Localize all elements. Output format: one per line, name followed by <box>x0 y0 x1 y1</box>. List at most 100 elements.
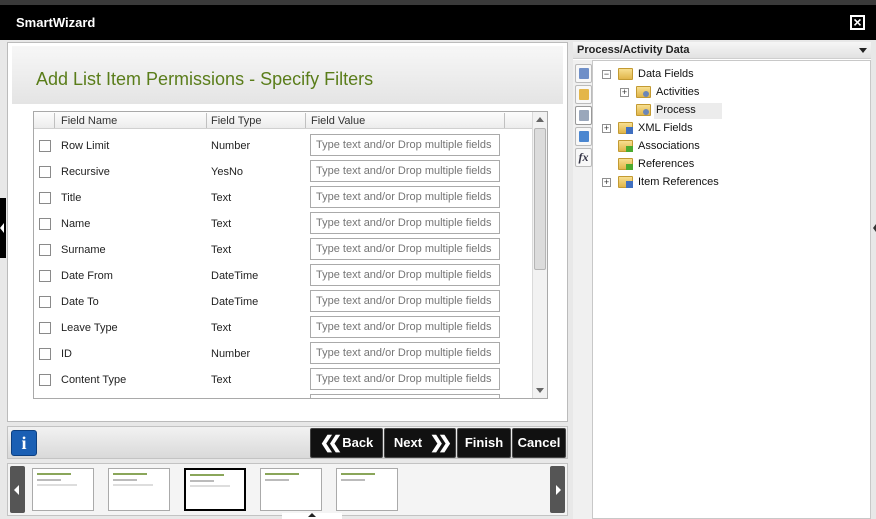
expand-icon[interactable]: + <box>620 88 629 97</box>
side-panel-header[interactable]: Process/Activity Data <box>573 42 871 59</box>
collapse-icon[interactable]: − <box>602 70 611 79</box>
scroll-up-icon[interactable] <box>533 112 547 126</box>
expand-icon[interactable]: + <box>602 178 611 187</box>
page-header: Add List Item Permissions - Specify Filt… <box>12 46 563 104</box>
field-value-input[interactable] <box>310 238 500 260</box>
table-row: Surname Text <box>34 236 534 262</box>
tree-node-label: Activities <box>656 86 700 98</box>
field-value-input[interactable] <box>310 186 500 208</box>
field-value-input[interactable] <box>310 134 500 156</box>
row-checkbox[interactable] <box>39 296 51 308</box>
next-label: Next <box>393 435 423 450</box>
table-row <box>34 392 534 398</box>
field-value-input[interactable] <box>310 290 500 312</box>
chevron-left-icon: ❮❮ <box>319 433 342 452</box>
collapse-left-handle[interactable] <box>0 198 6 258</box>
column-header-field-value[interactable]: Field Value <box>311 115 365 127</box>
tree-node-label: Item References <box>638 176 719 188</box>
cancel-button[interactable]: Cancel <box>512 428 566 458</box>
table-row: Recursive YesNo <box>34 158 534 184</box>
expand-icon[interactable]: + <box>602 124 611 133</box>
field-type: Number <box>211 348 251 360</box>
field-name: Name <box>61 218 91 230</box>
field-type: Text <box>211 244 232 256</box>
field-name: Row Limit <box>61 140 110 152</box>
process-data-tab-icon[interactable] <box>575 64 592 83</box>
field-type: DateTime <box>211 270 259 282</box>
scroll-thumb[interactable] <box>534 128 546 270</box>
page-thumbnail-current[interactable] <box>184 468 246 511</box>
grid-header: Field Name Field Type Field Value <box>34 112 534 129</box>
next-button[interactable]: Next ❯❯ <box>384 428 456 458</box>
side-panel-tabs: fx <box>573 60 593 519</box>
grid-scrollbar[interactable] <box>532 112 547 398</box>
row-checkbox[interactable] <box>39 348 51 360</box>
page-thumbnail[interactable] <box>108 468 170 511</box>
finish-button[interactable]: Finish <box>457 428 511 458</box>
field-name: Surname <box>61 244 106 256</box>
table-row: Content Type Text <box>34 366 534 392</box>
field-value-input[interactable] <box>310 160 500 182</box>
field-name: Date To <box>61 296 99 308</box>
row-checkbox[interactable] <box>39 374 51 386</box>
collapse-right-handle[interactable] <box>872 224 876 234</box>
row-checkbox[interactable] <box>39 244 51 256</box>
row-checkbox[interactable] <box>39 166 51 178</box>
row-checkbox[interactable] <box>39 270 51 282</box>
title-bar: SmartWizard × <box>0 0 876 40</box>
back-label: Back <box>342 435 374 450</box>
field-name: Content Type <box>61 374 127 386</box>
wizard-page-panel: Add List Item Permissions - Specify Filt… <box>7 42 568 422</box>
field-value-input[interactable] <box>310 342 500 364</box>
field-name: Title <box>61 192 82 204</box>
close-icon[interactable]: × <box>850 15 865 30</box>
field-value-input[interactable] <box>310 394 500 398</box>
scroll-down-icon[interactable] <box>533 384 547 398</box>
table-row: Leave Type Text <box>34 314 534 340</box>
table-row: Title Text <box>34 184 534 210</box>
table-row: Name Text <box>34 210 534 236</box>
column-header-field-name[interactable]: Field Name <box>61 115 117 127</box>
page-thumbnail[interactable] <box>260 468 322 511</box>
table-row: Date From DateTime <box>34 262 534 288</box>
environment-tab-icon[interactable] <box>575 85 592 104</box>
field-type: Text <box>211 192 232 204</box>
variables-tab-icon[interactable] <box>575 127 592 146</box>
field-name: Recursive <box>61 166 110 178</box>
page-thumbnail[interactable] <box>336 468 398 511</box>
info-icon[interactable]: i <box>11 430 37 456</box>
field-value-input[interactable] <box>310 316 500 338</box>
folder-icon <box>618 68 633 80</box>
field-value-input[interactable] <box>310 264 500 286</box>
row-checkbox[interactable] <box>39 192 51 204</box>
process-activity-data-panel: Process/Activity Data fx − Data Fields +… <box>573 42 871 519</box>
strip-scroll-right-icon[interactable] <box>550 466 565 513</box>
strip-scroll-left-icon[interactable] <box>10 466 25 513</box>
strip-collapse-handle[interactable] <box>282 513 342 519</box>
item-references-folder-icon <box>618 176 633 188</box>
xml-folder-icon <box>618 122 633 134</box>
field-type: DateTime <box>211 296 259 308</box>
associations-folder-icon <box>618 140 633 152</box>
object-browser-tab-icon[interactable] <box>575 106 592 125</box>
page-title: Add List Item Permissions - Specify Filt… <box>36 69 374 89</box>
field-value-input[interactable] <box>310 368 500 390</box>
row-checkbox[interactable] <box>39 218 51 230</box>
page-thumbnail-strip <box>7 463 568 516</box>
functions-tab-icon[interactable]: fx <box>575 148 592 167</box>
field-value-input[interactable] <box>310 212 500 234</box>
column-separator <box>54 113 55 128</box>
row-checkbox[interactable] <box>39 322 51 334</box>
row-checkbox[interactable] <box>39 140 51 152</box>
activity-folder-icon <box>636 86 651 98</box>
field-name: Leave Type <box>61 322 118 334</box>
tree-node-process[interactable]: Process <box>636 103 722 119</box>
page-thumbnail[interactable] <box>32 468 94 511</box>
back-button[interactable]: ❮❮ Back <box>310 428 383 458</box>
field-name: Date From <box>61 270 113 282</box>
column-header-field-type[interactable]: Field Type <box>211 115 262 127</box>
table-row: ID Number <box>34 340 534 366</box>
column-separator <box>305 113 306 128</box>
data-tree: − Data Fields + Activities Process + XML… <box>593 60 871 519</box>
chevron-down-icon[interactable] <box>859 48 867 53</box>
